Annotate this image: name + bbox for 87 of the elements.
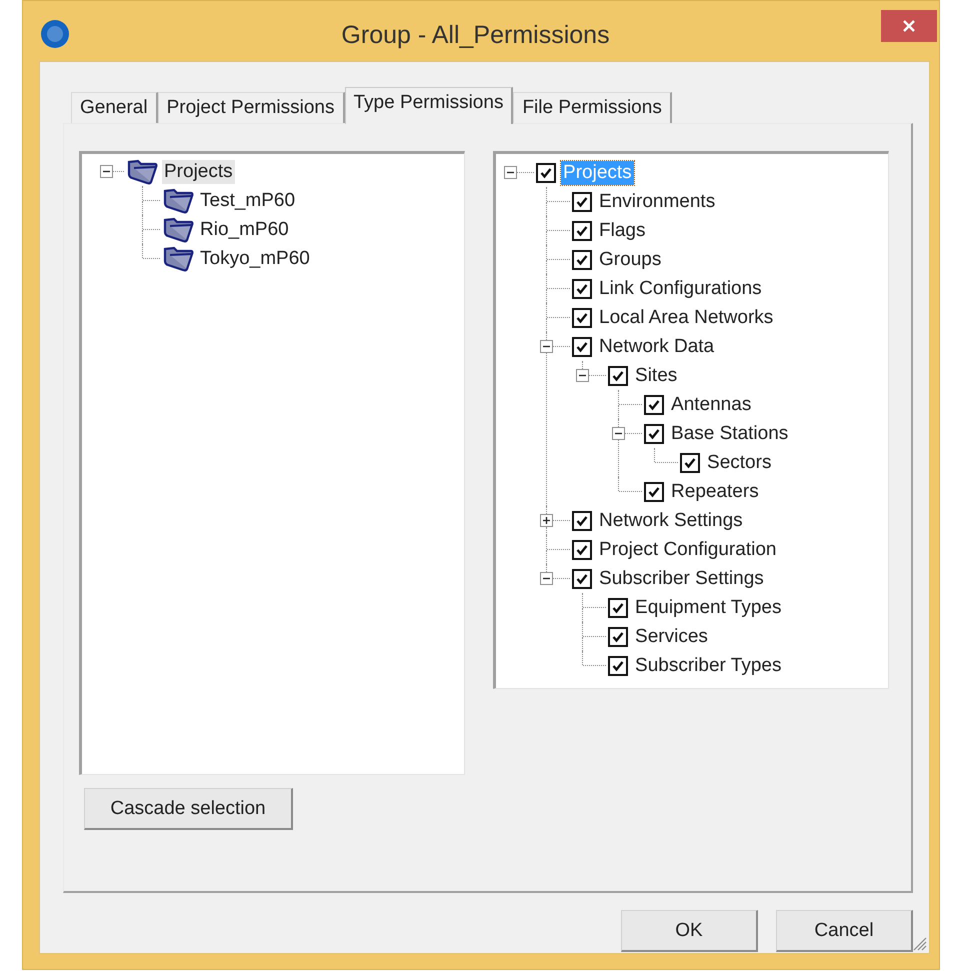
folder-icon: [162, 245, 195, 272]
checkbox[interactable]: [608, 366, 628, 386]
checkmark-icon: [684, 456, 696, 468]
tree-item[interactable]: Sectors: [705, 450, 774, 474]
checkbox[interactable]: [572, 336, 592, 356]
folder-icon: [126, 158, 159, 185]
tab[interactable]: Type Permissions: [344, 87, 514, 124]
checkbox[interactable]: [572, 220, 592, 240]
cascade-selection-button[interactable]: Cascade selection: [84, 788, 293, 830]
checkmark-icon: [576, 224, 588, 236]
tree-item[interactable]: Projects: [162, 160, 235, 184]
checkbox[interactable]: [572, 540, 592, 560]
checkbox[interactable]: [608, 598, 628, 618]
tree-item[interactable]: Groups: [597, 248, 664, 272]
collapse-toggle[interactable]: [612, 427, 626, 440]
app-logo-icon: [40, 19, 70, 49]
checkmark-icon: [576, 282, 588, 294]
checkmark-icon: [576, 544, 588, 556]
dialog-button[interactable]: Cancel: [776, 910, 913, 952]
collapse-toggle[interactable]: [504, 166, 518, 179]
minus-icon: [507, 169, 514, 176]
checkmark-icon: [648, 398, 660, 410]
checkmark-icon: [576, 514, 588, 526]
dialog-button[interactable]: OK: [621, 910, 758, 952]
resize-grip-icon[interactable]: [911, 935, 927, 951]
checkbox[interactable]: [644, 394, 664, 414]
checkmark-icon: [612, 602, 624, 614]
close-icon: [902, 19, 916, 33]
tree-item[interactable]: Tokyo_mP60: [198, 246, 312, 270]
checkbox[interactable]: [572, 308, 592, 328]
minus-icon: [543, 343, 550, 350]
checkmark-icon: [576, 572, 588, 584]
checkbox[interactable]: [644, 424, 664, 444]
tree-item[interactable]: Subscriber Types: [633, 654, 784, 678]
checkmark-icon: [612, 370, 624, 382]
minus-icon: [579, 372, 586, 379]
tree-item[interactable]: Network Settings: [597, 508, 745, 532]
tab[interactable]: Project Permissions: [158, 92, 344, 123]
tree-item[interactable]: Sites: [633, 364, 680, 388]
tree-item[interactable]: Network Data: [597, 334, 716, 358]
checkmark-icon: [648, 428, 660, 440]
tree-item[interactable]: Flags: [597, 218, 648, 242]
tree-item[interactable]: Local Area Networks: [597, 306, 776, 330]
collapse-toggle[interactable]: [540, 340, 554, 353]
tree-item[interactable]: Test_mP60: [198, 188, 298, 212]
collapse-toggle[interactable]: [576, 369, 590, 382]
checkmark-icon: [612, 660, 624, 672]
checkbox[interactable]: [536, 162, 556, 182]
tree-item[interactable]: Base Stations: [669, 422, 790, 446]
tree-item[interactable]: Antennas: [669, 392, 754, 416]
tree-item[interactable]: Environments: [597, 190, 718, 214]
checkmark-icon: [576, 254, 588, 266]
close-button[interactable]: [881, 10, 937, 42]
checkbox[interactable]: [644, 482, 664, 502]
checkbox[interactable]: [572, 250, 592, 270]
plus-icon: [543, 517, 550, 524]
expand-toggle[interactable]: [540, 514, 554, 527]
window-title: Group - All_Permissions: [340, 21, 611, 50]
checkbox[interactable]: [572, 192, 592, 212]
folder-icon: [162, 216, 195, 243]
checkbox[interactable]: [572, 278, 592, 298]
checkmark-icon: [576, 340, 588, 352]
checkbox[interactable]: [608, 656, 628, 676]
checkbox[interactable]: [572, 510, 592, 530]
checkmark-icon: [648, 486, 660, 498]
checkbox[interactable]: [608, 626, 628, 646]
checkmark-icon: [576, 312, 588, 324]
minus-icon: [103, 168, 110, 175]
minus-icon: [615, 430, 622, 437]
tree-item[interactable]: Rio_mP60: [198, 218, 291, 242]
checkbox[interactable]: [680, 452, 700, 472]
checkmark-icon: [612, 630, 624, 642]
tab[interactable]: General: [71, 92, 158, 123]
tree-item[interactable]: Equipment Types: [633, 596, 784, 620]
collapse-toggle[interactable]: [100, 165, 113, 178]
tree-item[interactable]: Services: [633, 624, 710, 648]
tree-item[interactable]: Subscriber Settings: [597, 566, 766, 590]
collapse-toggle[interactable]: [540, 572, 554, 585]
tree-item[interactable]: Repeaters: [669, 480, 761, 504]
minus-icon: [543, 575, 550, 582]
checkmark-icon: [576, 196, 588, 208]
tree-item[interactable]: Project Configuration: [597, 538, 778, 562]
checkmark-icon: [540, 166, 552, 178]
checkbox[interactable]: [572, 568, 592, 588]
folder-icon: [162, 187, 195, 214]
tab[interactable]: File Permissions: [513, 92, 672, 123]
tree-item[interactable]: Link Configurations: [597, 276, 764, 300]
